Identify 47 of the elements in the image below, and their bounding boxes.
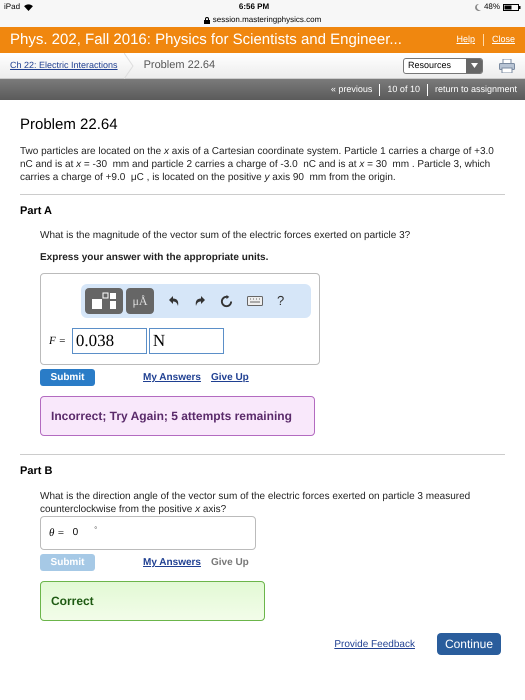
problem-crumb: Problem 22.64 — [144, 58, 216, 74]
value-text: 0 — [72, 526, 78, 540]
keyboard-icon[interactable] — [247, 296, 263, 306]
resources-dropdown[interactable]: Resources — [403, 58, 483, 74]
wifi-icon — [24, 4, 34, 10]
template-icon — [91, 292, 117, 310]
clock: 6:56 PM — [238, 1, 270, 13]
template-button[interactable] — [85, 288, 123, 314]
problem-position: 10 of 10 — [387, 82, 420, 96]
feedback-message: Incorrect; Try Again; 5 attempts remaining — [40, 396, 315, 436]
return-link[interactable]: return to assignment — [434, 82, 517, 96]
unit-text: ° — [94, 524, 98, 536]
feedback-link[interactable]: Provide Feedback — [334, 636, 415, 652]
course-title: Phys. 202, Fall 2016: Physics for Scientists and Engineer... — [10, 30, 402, 50]
lock-icon — [204, 16, 210, 24]
printer-icon[interactable] — [499, 58, 515, 72]
undo-icon[interactable] — [168, 295, 180, 307]
units-button[interactable]: μÅ — [126, 288, 154, 314]
caret-icon — [470, 63, 478, 68]
battery-icon — [502, 4, 521, 10]
chevron-icon — [124, 52, 134, 78]
redo-icon[interactable] — [194, 295, 206, 307]
help-button[interactable]: ? — [277, 291, 284, 311]
moon-icon — [474, 4, 481, 10]
problem-title: Problem 22.64 — [20, 115, 119, 135]
instruction-text: Express your answer with the appropriate units. — [40, 251, 270, 265]
unit-field[interactable]: N — [148, 328, 224, 354]
previous-link[interactable]: « previous — [330, 82, 372, 96]
question-text: What is the direction angle of the vector sum of the electric forces exerted on particle 3 measured counterclockwise from the positive x axis? — [40, 490, 472, 516]
continue-button[interactable]: Continue — [436, 633, 501, 655]
part-title: Part A — [20, 204, 53, 218]
battery-percent: 48% — [484, 1, 500, 13]
give-up-link[interactable]: Give Up — [210, 370, 249, 385]
chapter-link[interactable]: Ch 22: Electric Interactions — [10, 58, 118, 72]
url-text: session.masteringphysics.com — [212, 14, 322, 26]
part-title: Part B — [20, 464, 54, 479]
reset-icon[interactable] — [220, 294, 233, 308]
value-field[interactable]: 0.038 — [72, 328, 147, 354]
problem-text: Two particles are located on the x axis of a Cartesian coordinate system. Particle 1 carries a charge of +3.0 nC and is at x = -30 mm and particle 2 carries a charge of -3.0 nC and is at x = 30 mm . Particle 3, which carries a charge of +9.0 μC , is located on the positive y axis 90 mm from the origin. — [20, 144, 495, 184]
question-text: What is the magnitude of the vector sum of the electric forces exerted on particle 3? — [40, 229, 412, 242]
variable-label: F = — [49, 334, 66, 349]
submit-button[interactable]: Submit — [40, 369, 95, 386]
feedback-message: Correct — [40, 581, 265, 621]
device-name: iPad — [4, 1, 20, 13]
my-answers-link[interactable]: My Answers — [143, 370, 201, 385]
my-answers-link[interactable]: My Answers — [143, 555, 201, 570]
variable-label: θ = — [49, 526, 65, 540]
